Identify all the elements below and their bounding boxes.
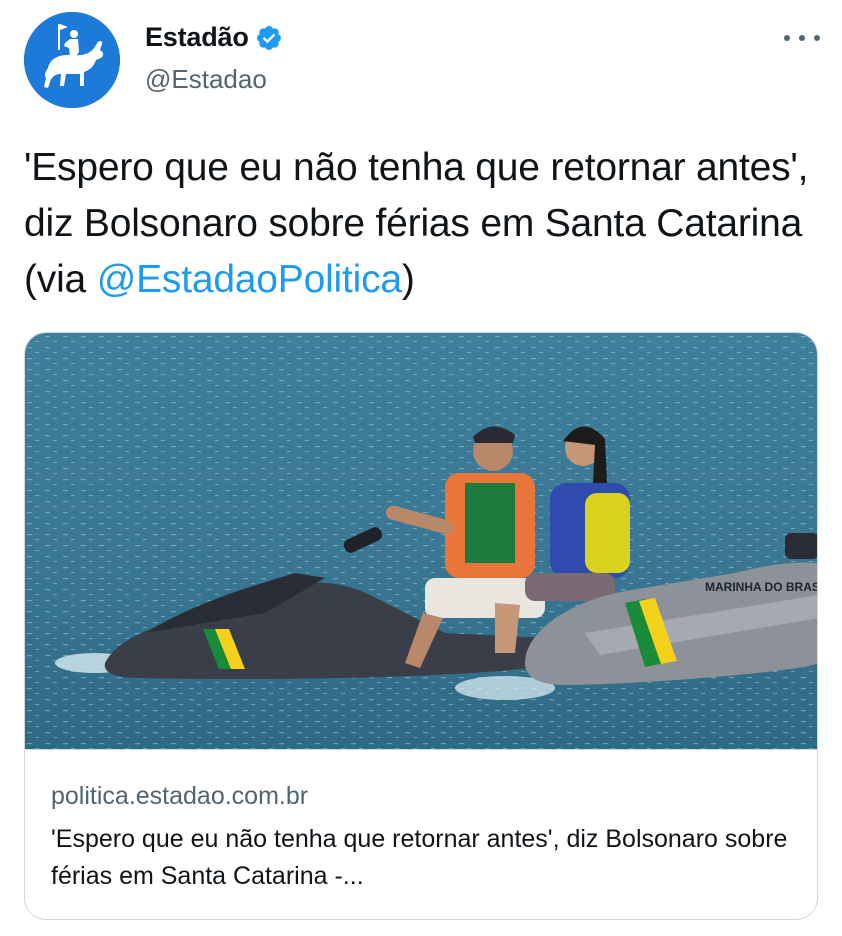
watercraft-label: MARINHA DO BRASIL xyxy=(705,580,818,594)
verified-badge-icon xyxy=(255,24,283,52)
card-title: 'Espero que eu não tenha que retornar an… xyxy=(51,825,788,890)
more-options-button[interactable] xyxy=(784,28,820,48)
mention-link[interactable]: @EstadaoPolitica xyxy=(97,258,402,301)
author-handle[interactable]: @Estadao xyxy=(145,64,267,95)
author-name-row: Estadão xyxy=(145,22,283,53)
horse-rider-logo-icon xyxy=(24,12,120,108)
tweet: Estadão @Estadao 'Espero que eu não tenh… xyxy=(0,0,842,936)
card-image[interactable]: MARINHA DO BRASIL xyxy=(25,333,818,750)
more-horizontal-icon xyxy=(814,35,820,41)
avatar[interactable] xyxy=(24,12,120,108)
card-domain: politica.estadao.com.br xyxy=(51,782,309,810)
more-horizontal-icon xyxy=(784,35,790,41)
more-horizontal-icon xyxy=(799,35,805,41)
tweet-text-end: ) xyxy=(401,258,415,301)
link-card[interactable]: MARINHA DO BRASIL politica.estadao.com.b… xyxy=(24,332,818,920)
tweet-text: 'Espero que eu não tenha que retornar an… xyxy=(24,140,824,308)
display-name[interactable]: Estadão xyxy=(145,22,249,53)
jet-ski-photo: MARINHA DO BRASIL xyxy=(25,333,818,749)
